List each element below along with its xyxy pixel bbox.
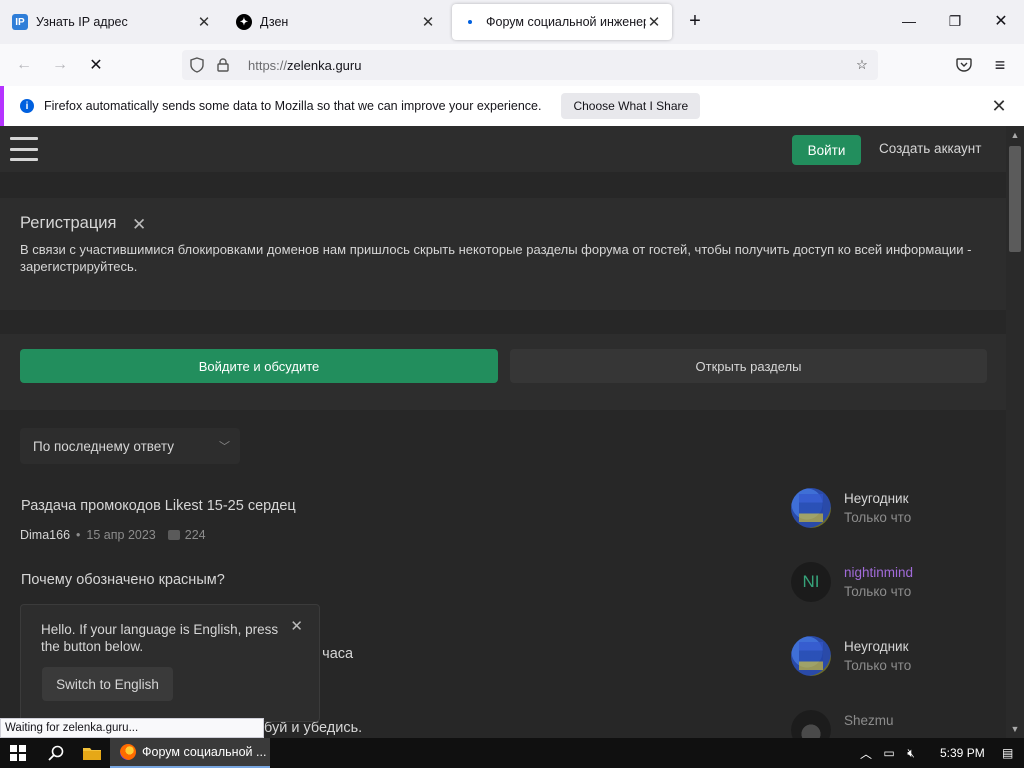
tab-title: Узнать IP адрес [36,15,128,29]
last-poster-name[interactable]: Shezmu [844,713,894,728]
registration-text: В связи с участившимися блокировками дом… [20,242,972,274]
last-post-time: Только что [844,658,912,673]
language-popup-text: Hello. If your language is English, pres… [41,622,279,654]
show-hidden-icons-icon[interactable]: ︿ [858,745,874,762]
sort-selected-value: По последнему ответу [33,438,174,454]
file-explorer-icon[interactable] [74,738,110,768]
thread-item: Раздача промокодов Likest 15-25 сердец D… [0,488,1006,572]
windows-start-icon[interactable] [0,738,36,768]
pocket-icon[interactable] [951,52,977,78]
close-tab-icon[interactable]: ✕ [646,14,662,31]
language-popup: Hello. If your language is English, pres… [20,604,320,722]
tab-title: Форум социальной инженери [486,15,646,29]
url-host: zelenka.guru [287,57,362,73]
avatar[interactable] [791,488,831,528]
volume-muted-icon[interactable]: 🔇︎ [900,746,922,761]
last-poster-name[interactable]: Неугодник [844,639,908,654]
action-buttons: Войдите и обсудите Открыть разделы [0,334,1006,410]
url-protocol: https:// [248,57,288,73]
switch-to-english-button[interactable]: Switch to English [42,667,173,701]
create-account-link[interactable]: Создать аккаунт [879,141,981,156]
restore-button[interactable]: ❐ [940,8,970,34]
thread-meta: Dima166 • 15 апр 2023 224 [20,528,206,542]
address-bar[interactable]: https://zelenka.guru ☆ [182,50,878,80]
separator-dot: • [76,528,81,542]
firefox-icon [120,744,136,760]
notification-bar: i Firefox automatically sends some data … [0,86,1024,126]
url-text[interactable]: https://zelenka.guru [248,58,361,73]
search-icon[interactable] [38,738,74,768]
back-button[interactable]: ← [11,52,37,78]
registration-title: Регистрация [20,214,117,232]
tab-ip-address[interactable]: IP Узнать IP адрес ✕ [2,4,222,40]
status-bar: Waiting for zelenka.guru... [0,718,264,738]
bookmark-star-icon[interactable]: ☆ [852,55,872,75]
nav-bar: ← → ✕ https://zelenka.guru ☆ ≡ [0,44,1024,86]
thread-date: 15 апр 2023 [86,528,156,542]
info-icon: i [20,99,34,113]
reply-count: 224 [184,528,206,542]
tab-forum[interactable]: Форум социальной инженери ✕ [452,4,672,40]
choose-what-i-share-button[interactable]: Choose What I Share [561,93,701,119]
last-poster-name[interactable]: nightinmind [844,565,913,580]
clock[interactable]: 5:39 PM [940,746,985,760]
loading-dot-icon [462,14,478,30]
stop-button[interactable]: ✕ [83,52,109,78]
last-poster-name[interactable]: Неугодник [844,491,908,506]
comment-icon [167,530,180,540]
hamburger-menu-icon[interactable] [10,137,38,161]
avatar[interactable] [791,636,831,676]
tab-title: Дзен [260,15,289,29]
task-title: Форум социальной ... [142,745,267,759]
ip-favicon-icon: IP [12,14,28,30]
scroll-up-icon[interactable]: ▲ [1010,130,1020,140]
avatar[interactable]: NI [791,562,831,602]
login-and-discuss-button[interactable]: Войдите и обсудите [20,349,498,383]
close-notification-icon[interactable]: ✕ [990,97,1008,115]
taskbar-firefox-task[interactable]: Форум социальной ... [110,738,270,768]
thread-title[interactable]: Раздача промокодов Likest 15-25 сердец [21,498,296,514]
thread-author[interactable]: Dima166 [20,528,70,542]
thread-title[interactable]: буй и убедись. [264,720,362,736]
close-window-button[interactable]: ✕ [986,8,1016,34]
zen-favicon-icon: ✦ [236,14,252,30]
network-icon[interactable]: ▭ [878,746,900,760]
last-post-time: Только что [844,510,912,525]
last-post-time: Только что [844,584,912,599]
shield-icon[interactable] [186,57,208,73]
web-page: Войти Создать аккаунт Регистрация ✕ В св… [0,126,1006,738]
scroll-down-icon[interactable]: ▼ [1010,724,1020,734]
menu-icon[interactable]: ≡ [987,52,1013,78]
open-sections-button[interactable]: Открыть разделы [510,349,987,383]
tab-dzen[interactable]: ✦ Дзен ✕ [226,4,446,40]
new-tab-button[interactable]: + [684,10,706,32]
forward-button[interactable]: → [47,52,73,78]
thread-title[interactable]: Почему обозначено красным? [21,572,225,588]
minimize-button[interactable]: — [894,8,924,34]
scrollbar-thumb[interactable] [1009,146,1021,252]
site-header: Войти Создать аккаунт [0,126,1006,172]
lock-icon[interactable] [212,58,234,72]
sort-select[interactable]: По последнему ответу ﹀ [20,428,240,464]
notification-message: Firefox automatically sends some data to… [44,99,542,113]
close-tab-icon[interactable]: ✕ [196,14,212,31]
login-button[interactable]: Войти [792,135,861,165]
system-tray: ︿ ▭ 🔇︎ 5:39 PM ▤ [858,738,1019,768]
tab-bar: IP Узнать IP адрес ✕ ✦ Дзен ✕ Форум соци… [0,0,1024,44]
registration-notice: Регистрация ✕ В связи с участившимися бл… [0,198,1006,310]
page-scrollbar[interactable]: ▲ ▼ [1006,126,1024,738]
close-notice-icon[interactable]: ✕ [132,215,146,235]
close-tab-icon[interactable]: ✕ [420,14,436,31]
taskbar: Форум социальной ... ︿ ▭ 🔇︎ 5:39 PM ▤ [0,738,1024,768]
close-popup-icon[interactable]: ✕ [290,617,303,635]
notifications-icon[interactable]: ▤ [997,746,1019,760]
chevron-down-icon: ﹀ [219,441,230,453]
